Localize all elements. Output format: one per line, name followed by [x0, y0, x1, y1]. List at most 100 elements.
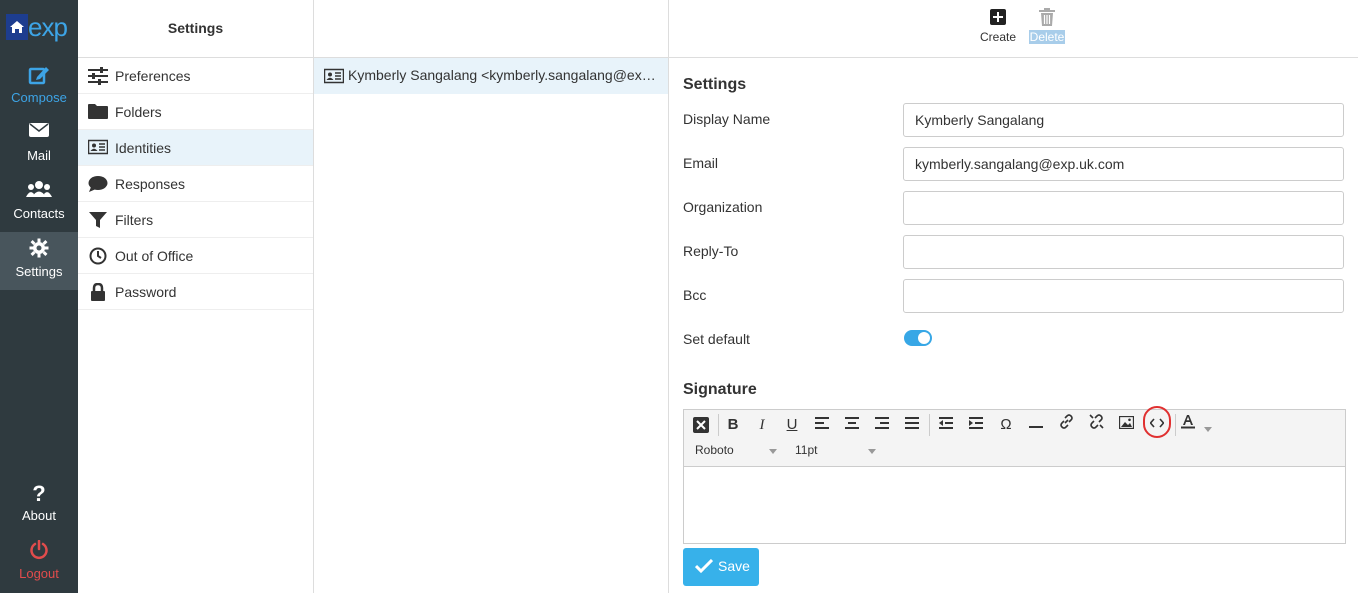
unlink-icon — [1088, 414, 1104, 429]
nav-mail-button[interactable]: Mail — [0, 116, 78, 174]
signature-section-title: Signature — [683, 381, 757, 398]
settings-item-out-of-office[interactable]: Out of Office — [78, 238, 313, 274]
clear-format-icon — [693, 417, 709, 434]
nav-compose-label: Compose — [11, 90, 67, 105]
delete-label: Delete — [1028, 30, 1066, 44]
bcc-input[interactable] — [903, 279, 1344, 313]
settings-header: Settings — [78, 0, 313, 58]
power-icon — [0, 540, 78, 564]
settings-item-label: Password — [115, 284, 177, 300]
bold-icon: B — [727, 416, 739, 433]
text-color-button[interactable] — [1174, 413, 1202, 437]
align-justify-button[interactable] — [898, 413, 926, 437]
reply-to-label: Reply-To — [683, 243, 739, 259]
main-nav: exp Compose Mail Contacts Settings ? Abo… — [0, 0, 78, 593]
settings-item-responses[interactable]: Responses — [78, 166, 313, 202]
save-label: Save — [718, 558, 750, 574]
nav-settings-label: Settings — [15, 264, 63, 279]
settings-item-label: Responses — [115, 176, 186, 192]
reply-to-input[interactable] — [903, 235, 1344, 269]
nav-about-label: About — [22, 508, 56, 523]
logo-text: exp — [28, 12, 68, 42]
align-justify-icon — [905, 417, 919, 429]
image-button[interactable] — [1112, 413, 1140, 437]
nav-logout-button[interactable]: Logout — [0, 534, 78, 592]
id-card-icon — [323, 68, 345, 87]
nav-about-button[interactable]: ? About — [0, 476, 78, 534]
folder-icon — [88, 103, 108, 121]
compose-icon — [0, 64, 78, 88]
underline-button[interactable]: U — [778, 413, 806, 437]
settings-item-identities[interactable]: Identities — [78, 130, 313, 166]
organization-label: Organization — [683, 199, 763, 215]
font-family-select[interactable]: Roboto — [695, 443, 785, 457]
indent-icon — [969, 417, 983, 429]
logo[interactable]: exp — [0, 0, 78, 56]
align-center-button[interactable] — [838, 413, 866, 437]
settings-item-label: Filters — [115, 212, 154, 228]
font-family-value: Roboto — [695, 443, 734, 457]
gear-icon — [0, 238, 78, 262]
nav-compose-button[interactable]: Compose — [0, 58, 78, 116]
settings-item-label: Preferences — [115, 68, 191, 84]
omega-icon: Ω — [1000, 416, 1012, 433]
editor-toolbar: B I U Ω Roboto 11pt — [684, 406, 1345, 467]
create-label: Create — [979, 30, 1017, 44]
align-right-button[interactable] — [868, 413, 896, 437]
horizontal-rule-button[interactable] — [1022, 413, 1050, 437]
underline-icon: U — [786, 416, 798, 433]
settings-item-preferences[interactable]: Preferences — [78, 58, 313, 94]
identities-list: Kymberly Sangalang <kymberly.sangalang@e… — [314, 0, 669, 593]
settings-item-password[interactable]: Password — [78, 274, 313, 310]
settings-item-folders[interactable]: Folders — [78, 94, 313, 130]
image-icon — [1118, 415, 1134, 430]
set-default-toggle[interactable] — [904, 330, 932, 346]
align-left-icon — [815, 417, 829, 429]
align-left-button[interactable] — [808, 413, 836, 437]
comment-icon — [88, 175, 108, 193]
signature-body[interactable] — [684, 467, 1345, 543]
horizontal-rule-icon — [1029, 426, 1043, 428]
bold-button[interactable]: B — [719, 413, 747, 437]
italic-button[interactable]: I — [748, 413, 776, 437]
settings-sections: Settings Preferences Folders Identities … — [78, 0, 314, 593]
settings-item-filters[interactable]: Filters — [78, 202, 313, 238]
indent-button[interactable] — [962, 413, 990, 437]
settings-item-label: Identities — [115, 140, 172, 156]
toggle-knob — [918, 332, 930, 344]
toolbar-separator — [929, 414, 930, 436]
organization-input[interactable] — [903, 191, 1344, 225]
identity-row[interactable]: Kymberly Sangalang <kymberly.sangalang@e… — [314, 58, 668, 94]
identity-editor: Create Delete Settings Display Name Emai… — [669, 0, 1358, 593]
special-char-button[interactable]: Ω — [992, 413, 1020, 437]
home-icon[interactable] — [6, 14, 28, 40]
id-card-icon — [87, 139, 109, 157]
link-button[interactable] — [1052, 413, 1080, 437]
nav-contacts-button[interactable]: Contacts — [0, 174, 78, 232]
question-icon: ? — [32, 481, 46, 506]
check-icon — [694, 558, 714, 576]
caret-down-icon — [868, 449, 876, 454]
delete-button[interactable]: Delete — [1027, 8, 1067, 44]
save-button[interactable]: Save — [683, 548, 759, 586]
italic-icon: I — [759, 417, 765, 433]
lock-icon — [88, 282, 108, 301]
nav-contacts-label: Contacts — [13, 206, 65, 221]
settings-section-title: Settings — [683, 76, 747, 93]
create-button[interactable]: Create — [977, 8, 1019, 44]
font-size-value: 11pt — [795, 443, 818, 457]
outdent-button[interactable] — [932, 413, 960, 437]
clear-format-button[interactable] — [687, 413, 715, 437]
users-icon — [0, 180, 78, 204]
highlight-circle — [1143, 406, 1171, 438]
set-default-label: Set default — [683, 331, 750, 347]
display-name-input[interactable] — [903, 103, 1344, 137]
caret-down-icon — [1204, 427, 1212, 432]
caret-down-icon — [769, 449, 777, 454]
font-size-select[interactable]: 11pt — [795, 443, 885, 457]
unlink-button[interactable] — [1082, 413, 1110, 437]
settings-item-label: Out of Office — [115, 248, 194, 264]
email-input[interactable] — [903, 147, 1344, 181]
plus-square-icon — [977, 8, 1019, 30]
nav-settings-button[interactable]: Settings — [0, 232, 78, 290]
